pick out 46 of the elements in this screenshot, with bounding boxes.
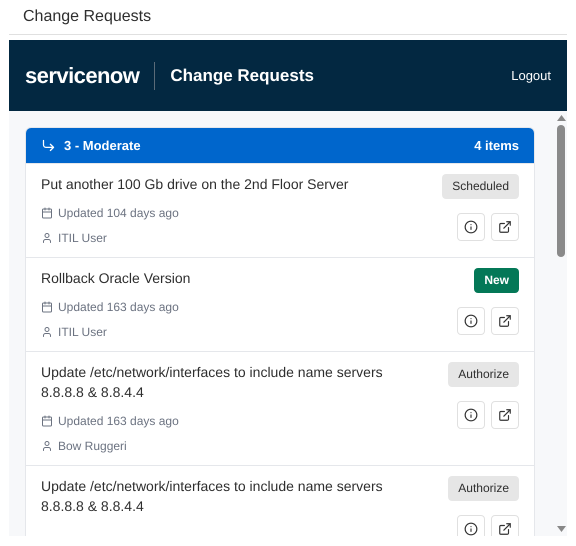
calendar-icon <box>41 301 53 313</box>
info-icon <box>464 220 478 234</box>
status-badge: New <box>474 268 519 293</box>
item-count: 4 items <box>474 136 519 155</box>
app-title: Change Requests <box>170 64 315 87</box>
external-link-icon <box>498 314 512 328</box>
request-title: Rollback Oracle Version <box>41 269 192 288</box>
subgroup-arrow-icon <box>41 138 56 153</box>
updated-text: Updated 163 days ago <box>58 299 179 316</box>
scroll-up-arrow-icon[interactable] <box>556 115 566 121</box>
status-badge: Authorize <box>448 362 519 387</box>
status-badge: Authorize <box>448 476 519 501</box>
info-icon <box>464 522 478 536</box>
info-button[interactable] <box>457 401 485 429</box>
updated-text: Updated 163 days ago <box>58 413 179 430</box>
user-name: ITIL User <box>58 324 107 341</box>
open-link-button[interactable] <box>491 515 519 536</box>
user-icon <box>41 326 53 338</box>
request-title: Put another 100 Gb drive on the 2nd Floor Server <box>41 175 350 194</box>
group-title: 3 - Moderate <box>64 136 142 155</box>
user-name: ITIL User <box>58 230 107 247</box>
info-button[interactable] <box>457 515 485 536</box>
calendar-icon <box>41 415 53 427</box>
updated-text: Updated 104 days ago <box>58 205 179 222</box>
external-link-icon <box>498 408 512 422</box>
logo: servicenow <box>25 62 140 90</box>
request-title: Update /etc/network/interfaces to include name servers 8.8.8.8 & 8.8.4.4 <box>41 363 384 402</box>
external-link-icon <box>498 220 512 234</box>
open-link-button[interactable] <box>491 307 519 335</box>
info-button[interactable] <box>457 307 485 335</box>
scrollbar-thumb[interactable] <box>557 125 565 257</box>
info-icon <box>464 314 478 328</box>
request-title: Update /etc/network/interfaces to include name servers 8.8.8.8 & 8.8.4.4 <box>41 477 384 516</box>
open-link-button[interactable] <box>491 213 519 241</box>
user-icon <box>41 440 53 452</box>
calendar-icon <box>41 207 53 219</box>
page-title: Change Requests <box>23 7 152 27</box>
scroll-down-arrow-icon[interactable] <box>556 526 566 532</box>
logout-link[interactable]: Logout <box>511 66 551 86</box>
open-link-button[interactable] <box>491 401 519 429</box>
info-button[interactable] <box>457 213 485 241</box>
user-name: Bow Ruggeri <box>58 438 127 455</box>
info-icon <box>464 408 478 422</box>
user-icon <box>41 232 53 244</box>
status-badge: Scheduled <box>442 174 519 199</box>
external-link-icon <box>498 522 512 536</box>
